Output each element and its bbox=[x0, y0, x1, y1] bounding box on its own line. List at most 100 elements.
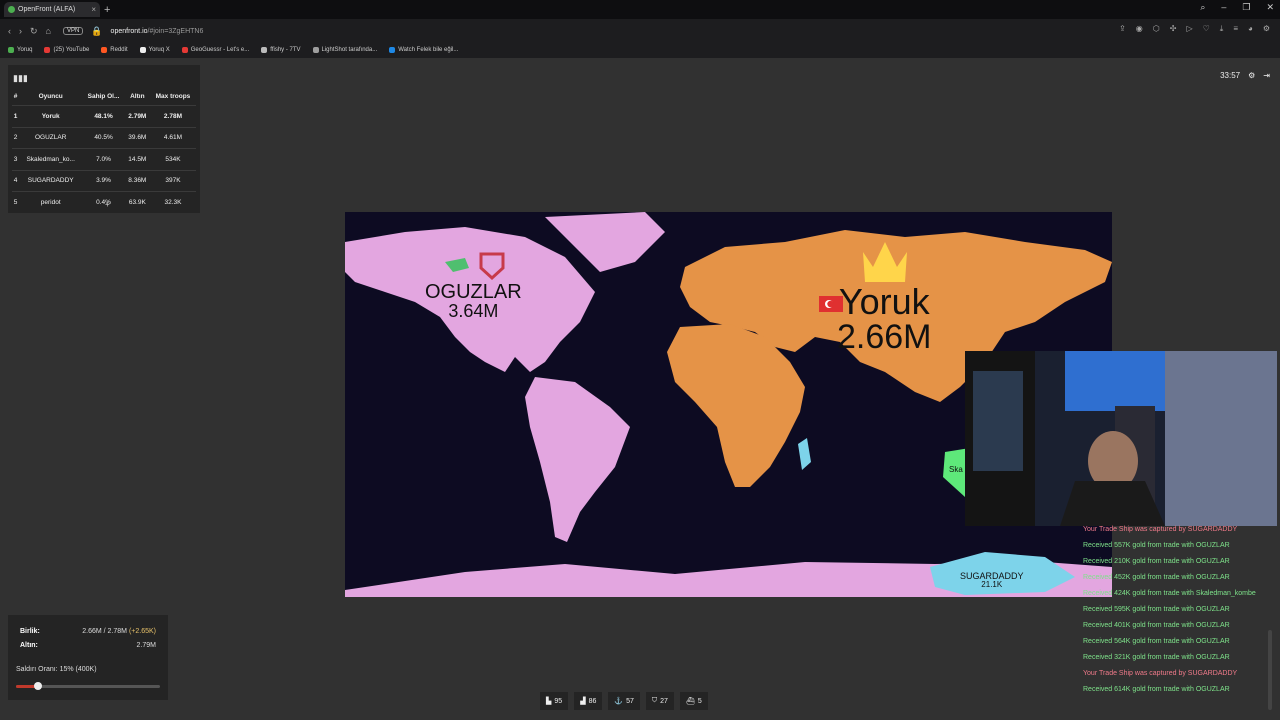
bookmark-icon bbox=[181, 46, 188, 53]
event-message: Received 401K gold from trade with OGUZL… bbox=[1083, 622, 1230, 629]
leaderboard-cell-rank: 1 bbox=[12, 105, 20, 127]
vpn-badge[interactable]: VPN bbox=[62, 27, 84, 35]
expand-leaderboard-button[interactable]: + bbox=[105, 200, 110, 209]
leaderboard-row[interactable]: 5 peridot 0.4% 63.9K 32.3K bbox=[12, 191, 196, 213]
leaderboard-header[interactable]: Sahip Ol... bbox=[82, 87, 124, 106]
share-icon[interactable]: ⇪ bbox=[1119, 24, 1126, 34]
event-message: Your Trade Ship was captured by SUGARDAD… bbox=[1083, 670, 1238, 677]
reload-icon[interactable]: ↻ bbox=[30, 26, 38, 37]
back-icon[interactable]: ‹ bbox=[8, 26, 11, 36]
leaderboard-cell-gold: 39.6M bbox=[124, 126, 150, 149]
building-count[interactable]: ▟ 86 bbox=[574, 692, 603, 710]
top-right-controls: 33:57 ⚙ ⇥ bbox=[1220, 71, 1270, 80]
bookmark-icon bbox=[261, 46, 268, 53]
bookmark-label: GeoGuessr - Let's e... bbox=[190, 46, 250, 53]
settings-icon[interactable]: ⚙ bbox=[1263, 24, 1270, 34]
forward-icon[interactable]: › bbox=[19, 26, 22, 36]
bookmark-item[interactable]: Watch Felek bile eğil... bbox=[389, 46, 458, 53]
event-log-scrollbar[interactable] bbox=[1268, 630, 1272, 710]
leaderboard-header[interactable]: Max troops bbox=[150, 87, 196, 106]
leaderboard-cell-player: Yoruk bbox=[19, 105, 83, 127]
leaderboard-cell-rank: 4 bbox=[12, 169, 20, 192]
download-icon[interactable]: ⤓ bbox=[1220, 24, 1224, 34]
leaderboard-cell-owned: 0.4% bbox=[82, 191, 125, 213]
event-message: Received 452K gold from trade with OGUZL… bbox=[1083, 574, 1230, 581]
webcam-image bbox=[965, 351, 1277, 526]
troops-value-group: 2.66M / 2.78M (+2.65K) bbox=[82, 628, 156, 635]
bookmark-item[interactable]: (25) YouTube bbox=[44, 46, 90, 53]
bookmark-item[interactable]: Yoruq bbox=[8, 46, 32, 53]
city-icon: ▙ bbox=[546, 698, 552, 705]
player-stats-panel: Birlik: 2.66M / 2.78M (+2.65K) Altın: 2.… bbox=[8, 615, 168, 700]
bookmark-item[interactable]: LightShot tarafında... bbox=[312, 46, 377, 53]
leaderboard-cell-troops: 534K bbox=[149, 148, 196, 170]
leaderboard-cell-troops: 2.78M bbox=[149, 105, 196, 127]
bookmark-item[interactable]: ffishy - 7TV bbox=[261, 46, 301, 53]
bookmark-item[interactable]: GeoGuessr - Let's e... bbox=[181, 46, 250, 53]
browser-tab[interactable]: OpenFront (ALFA) × bbox=[4, 2, 100, 17]
close-tab-icon[interactable]: × bbox=[91, 5, 96, 14]
new-tab-icon[interactable]: + bbox=[104, 4, 110, 16]
event-message: Received 424K gold from trade with Skale… bbox=[1083, 590, 1256, 597]
building-count[interactable]: ⛉ 27 bbox=[645, 692, 674, 710]
browser-chrome: OpenFront (ALFA) × + ⌕ – ❐ ✕ ‹ › ↻ ⌂ VPN… bbox=[0, 0, 1280, 58]
leaderboard-cell-troops: 32.3K bbox=[149, 191, 196, 213]
camera-icon[interactable]: ◉ bbox=[1136, 24, 1143, 34]
building-counts-bar: ▙ 95 ▟ 86 ⚓ 57 ⛉ 27 ⛴ 5 bbox=[540, 692, 708, 710]
leaderboard-row[interactable]: 3 Skaledman_ko... 7.0% 14.5M 534K bbox=[12, 148, 196, 170]
webcam-overlay bbox=[965, 351, 1277, 526]
exit-icon[interactable]: ⇥ bbox=[1263, 71, 1270, 80]
address-bar[interactable]: openfront.io/#join=3ZgEHTN6 bbox=[111, 28, 204, 35]
gold-label: Altın: bbox=[20, 642, 38, 649]
event-message: Received 321K gold from trade with OGUZL… bbox=[1083, 654, 1230, 661]
leaderboard-table: # Oyuncu Sahip Ol... Altın Max troops 1 Yoruk… bbox=[12, 87, 196, 213]
heart-icon[interactable]: ♡ bbox=[1203, 24, 1210, 34]
map-label-skaledman-name: Ska bbox=[949, 465, 963, 474]
leaderboard-cell-rank: 5 bbox=[12, 191, 20, 213]
bookmark-item[interactable]: Yoruq X bbox=[139, 46, 170, 53]
search-tabs-icon[interactable]: ⌕ bbox=[1200, 2, 1205, 13]
building-count[interactable]: ▙ 95 bbox=[540, 692, 569, 710]
settings-icon[interactable]: ⚙ bbox=[1248, 71, 1255, 80]
building-count[interactable]: ⛴ 5 bbox=[679, 692, 708, 710]
troops-row: Birlik: 2.66M / 2.78M (+2.65K) bbox=[20, 628, 156, 635]
attack-ratio-handle[interactable] bbox=[33, 682, 42, 690]
profile-avatar[interactable]: ◕ bbox=[1248, 24, 1253, 34]
play-icon[interactable]: ▷ bbox=[1186, 24, 1192, 34]
map-label-yoruk-name: Yoruk bbox=[838, 281, 930, 322]
close-window-icon[interactable]: ✕ bbox=[1266, 2, 1274, 13]
building-count[interactable]: ⚓ 57 bbox=[608, 692, 640, 710]
bookmark-item[interactable]: Reddit bbox=[101, 46, 128, 53]
extensions-icon[interactable]: ✣ bbox=[1170, 24, 1177, 34]
menu-icon[interactable]: ≡ bbox=[1233, 24, 1238, 34]
cube-icon[interactable]: ⬡ bbox=[1153, 24, 1160, 34]
url-host: openfront.io bbox=[110, 27, 148, 35]
leaderboard-cell-gold: 14.5M bbox=[124, 148, 150, 170]
leaderboard-header[interactable]: Altın bbox=[125, 87, 150, 106]
leaderboard-row[interactable]: 2 OGUZLAR 40.5% 39.6M 4.61M bbox=[12, 126, 196, 149]
leaderboard-row[interactable]: 4 SUGARDADDY 3.9% 8.36M 397K bbox=[12, 169, 196, 192]
leaderboard-header: Oyuncu bbox=[38, 92, 63, 100]
attack-ratio-label: Saldırı Oranı: 15% (400K) bbox=[16, 666, 97, 673]
event-message: Received 595K gold from trade with OGUZL… bbox=[1083, 606, 1230, 613]
bookmark-icon bbox=[101, 46, 108, 53]
leaderboard-row[interactable]: 1 Yoruk 48.1% 2.79M 2.78M bbox=[12, 105, 196, 127]
map-label-skaledman: Ska bbox=[949, 466, 963, 474]
bookmark-icon bbox=[8, 46, 14, 53]
event-message: Received 210K gold from trade with OGUZL… bbox=[1083, 558, 1230, 565]
troops-value: 2.66M / 2.78M bbox=[82, 628, 127, 635]
leaderboard-icon[interactable]: ▮▮▮ bbox=[13, 73, 28, 84]
attack-ratio-slider[interactable] bbox=[16, 682, 160, 690]
url-path: /#join=3ZgEHTN6 bbox=[147, 27, 204, 35]
map-label-yoruk-value: 2.66M bbox=[837, 318, 932, 356]
bookmark-label: (25) YouTube bbox=[53, 46, 90, 53]
home-icon[interactable]: ⌂ bbox=[46, 26, 51, 36]
leaderboard-cell-gold: 63.9K bbox=[124, 191, 150, 213]
gold-row: Altın: 2.79M bbox=[20, 642, 156, 649]
minimize-icon[interactable]: – bbox=[1221, 2, 1226, 13]
building-count-value: 95 bbox=[554, 697, 563, 705]
maximize-icon[interactable]: ❐ bbox=[1242, 2, 1250, 13]
bookmark-label: Yoruq X bbox=[148, 46, 170, 53]
leaderboard-cell-owned: 40.5% bbox=[82, 126, 125, 149]
defense-icon: ⛉ bbox=[651, 697, 658, 704]
